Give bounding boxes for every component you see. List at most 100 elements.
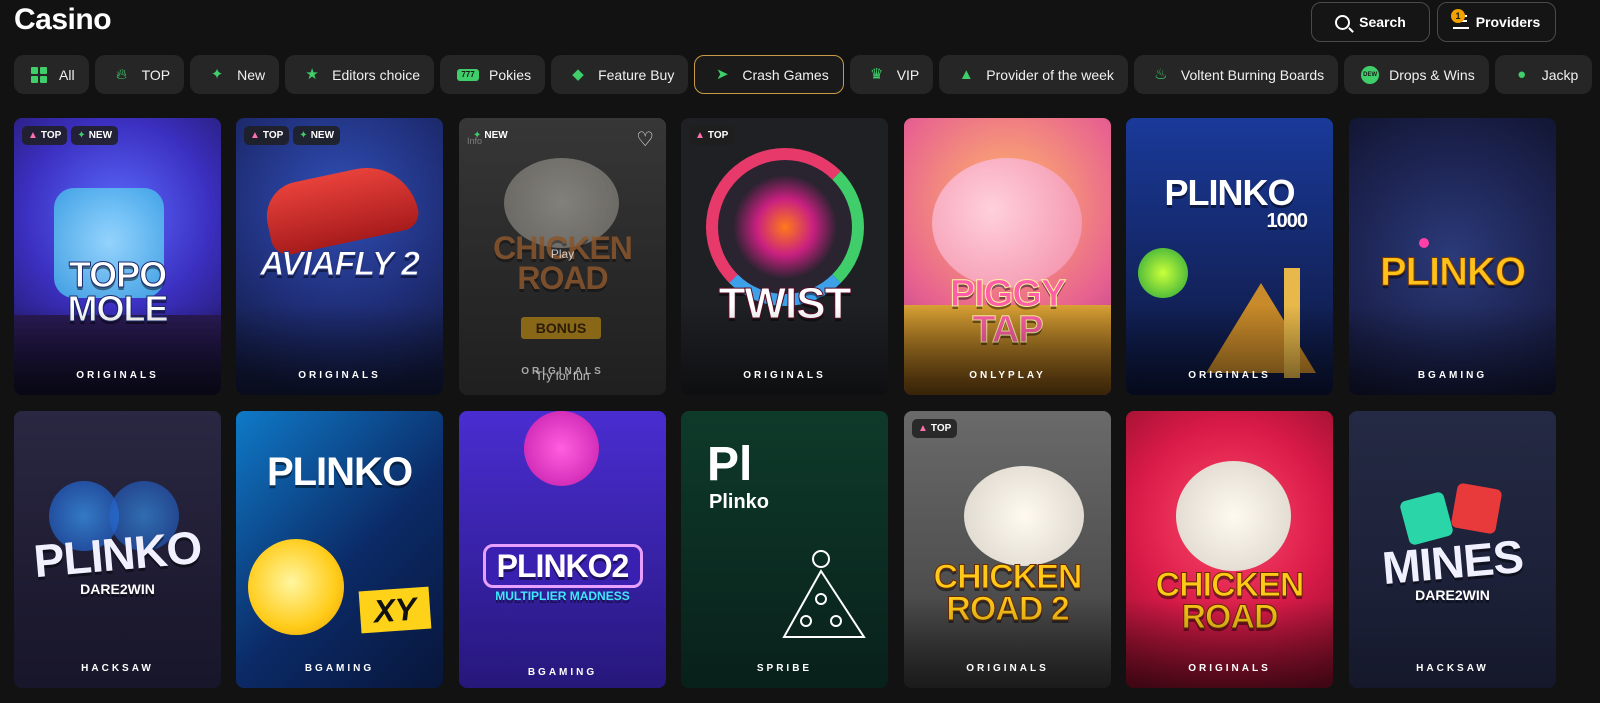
crown-icon: ♛ [869,66,884,83]
game-subtitle: DARE2WIN [80,581,155,597]
provider-label: ORIGINALS [298,370,381,381]
provider-label: SPRIBE [756,663,813,674]
card-shade [236,305,443,395]
game-title: AVIAFLY 2 [259,245,420,283]
provider-label: ORIGINALS [1188,663,1271,674]
tab-vip[interactable]: ♛ VIP [849,55,934,94]
chicken-art [1176,461,1291,571]
tab-label: All [59,66,75,83]
ball-art [524,411,599,486]
badges: ▲ TOP [912,419,958,438]
flame-icon: 🔥︎ [116,66,128,83]
badge-label: TOP [40,130,62,141]
tag-icon: ◆ [572,66,584,83]
bomb-tile-art [1450,482,1503,535]
provider-label: BGAMING [1417,370,1488,381]
badge-new: ✦ NEW [71,126,119,145]
tab-feature-buy[interactable]: ◆ Feature Buy [551,55,689,94]
game-title: PLINKO [1164,172,1295,213]
tab-label: Jackp [1541,66,1579,83]
tab-crash-games[interactable]: ➤ Crash Games [694,55,844,94]
badge-label: NEW [484,130,508,141]
flame-icon: ▲ [28,130,38,141]
provider-label: ONLYPLAY [969,370,1046,381]
tab-label: TOP [141,66,171,83]
dew-icon: DEW [1361,65,1380,84]
chicken-art [964,466,1084,566]
ball-art [248,539,344,635]
provider-label: ORIGINALS [76,370,159,381]
badges: ✦ NEW [467,126,514,145]
sparkle-icon: ✦ [299,130,308,141]
game-card-plinko-1000[interactable]: PLINKO 1000 ORIGINALS [1126,118,1333,395]
tab-pokies[interactable]: 777 Pokies [440,55,546,94]
flame-icon: ▲ [918,423,928,434]
game-card-plinko-hacksaw[interactable]: PLINKO DARE2WIN HACKSAW [14,411,221,688]
play-label[interactable]: Play [459,247,666,261]
tab-voltent-burning-boards[interactable]: ♨ Voltent Burning Boards [1133,55,1339,94]
game-card-plinko-xy[interactable]: PLINKO XY BGAMING [236,411,443,688]
thumbs-up-icon: ▲ [958,66,974,83]
provider-label: ORIGINALS [743,370,826,381]
card-shade [681,305,888,395]
badges: ▲ TOP ✦ NEW [22,126,119,145]
game-title: PLINKO [1379,250,1526,294]
game-subtitle: DARE2WIN [1415,587,1490,603]
tab-provider-of-the-week[interactable]: ▲ Provider of the week [939,55,1128,94]
game-card-plinko-bgaming[interactable]: PLINKO BGAMING [1349,118,1556,395]
card-shade [1126,598,1333,688]
tab-drops-wins[interactable]: DEW Drops & Wins [1344,55,1489,94]
ball-art [1138,248,1188,298]
game-subtitle: MULTIPLIER MADNESS [495,589,630,603]
tab-label: VIP [896,66,920,83]
card-shade [904,305,1111,395]
game-card-chicken-road-bonus[interactable]: CHICKEN ROAD BONUS Play Try for fun Info… [459,118,666,395]
game-title: PLINKO2 [496,548,630,584]
badge-label: TOP [930,423,952,434]
tab-all[interactable]: All [14,55,89,94]
tab-label: Provider of the week [986,66,1114,83]
search-button[interactable]: Search [1311,2,1430,42]
game-card-plinko-spribe[interactable]: Pl Plinko SPRIBE [681,411,888,688]
badges: ▲ TOP ✦ NEW [244,126,341,145]
badge-top: ▲ TOP [22,126,68,145]
game-card-twist[interactable]: TWIST ▲ TOP ORIGINALS [681,118,888,395]
providers-count-badge: 1 [1451,9,1465,23]
tab-label: Editors choice [332,66,421,83]
sparkle-icon: ✦ [473,130,482,141]
badge-label: TOP [262,130,284,141]
game-card-plinko-2[interactable]: PLINKO2 MULTIPLIER MADNESS BGAMING [459,411,666,688]
game-title: PLINKO [266,450,413,494]
page-title: Casino [14,3,112,36]
star-icon: ★ [305,66,319,83]
badge-new: ✦ NEW [467,126,514,145]
card-shade [904,598,1111,688]
game-card-chicken-road[interactable]: CHICKEN ROAD ORIGINALS [1126,411,1333,688]
xy-label: XY [358,586,432,634]
tab-label: New [237,66,266,83]
provider-label: HACKSAW [81,663,154,674]
grid-icon [31,66,49,83]
tab-jackpots[interactable]: ● Jackp [1494,55,1593,94]
game-card-mines[interactable]: MINES DARE2WIN HACKSAW [1349,411,1556,688]
game-subtitle: Plinko [709,491,770,513]
tab-top[interactable]: 🔥︎ TOP [94,55,185,94]
heart-icon[interactable]: ♡ [636,130,654,150]
provider-label: BGAMING [527,667,598,678]
header: Casino Search Providers 1 [0,0,1600,46]
card-shade [1126,305,1333,395]
game-card-piggy-tap[interactable]: PIGGY TAP ONLYPLAY [904,118,1111,395]
badges: ▲ TOP [689,126,735,145]
flame-icon: ▲ [250,130,260,141]
game-card-aviafly-2[interactable]: AVIAFLY 2 ▲ TOP ✦ NEW ORIGINALS [236,118,443,395]
tab-new[interactable]: ✦ New [190,55,280,94]
search-label: Search [1359,14,1406,30]
provider-label: BGAMING [304,663,375,674]
game-card-chicken-road-2[interactable]: CHICKEN ROAD 2 ▲TOP ORIGINALS [904,411,1111,688]
tab-editors-choice[interactable]: ★ Editors choice [285,55,435,94]
badge-top: ▲ TOP [912,419,958,438]
game-card-topo-mole[interactable]: TOPO MOLE ▲TOP ✦NEW ORIGINALS [14,118,221,395]
provider-label: ORIGINALS [966,663,1049,674]
sparkle-icon: ✦ [77,130,86,141]
flame-icon: ▲ [695,130,705,141]
